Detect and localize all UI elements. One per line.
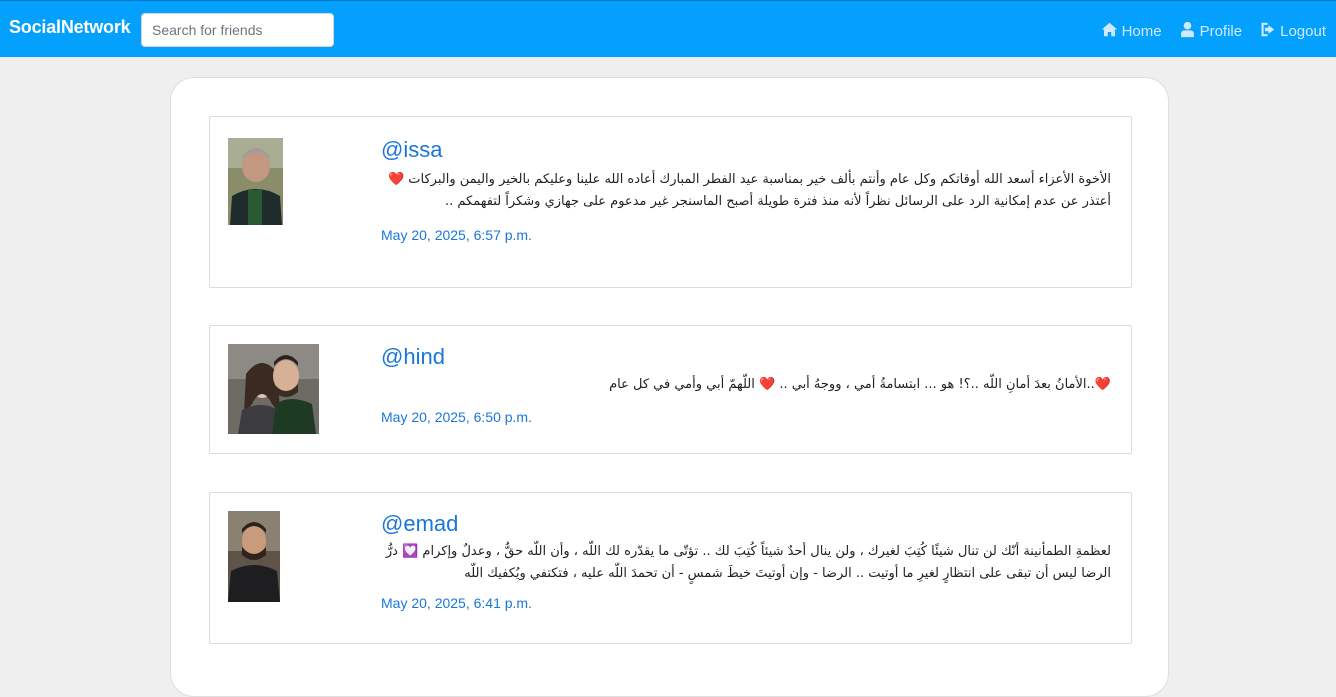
- nav-logout-label: Logout: [1280, 23, 1326, 40]
- post-username[interactable]: @issa: [381, 137, 1111, 163]
- nav-profile-label: Profile: [1199, 23, 1243, 40]
- avatar[interactable]: [228, 138, 283, 225]
- post-body: @hind ❤️..الأمانُ بعدَ أمانِ اللّه ..؟! …: [381, 344, 1111, 425]
- nav-home-link[interactable]: Home: [1101, 21, 1162, 42]
- post-username[interactable]: @emad: [381, 511, 1111, 537]
- nav-profile-link[interactable]: Profile: [1179, 21, 1243, 42]
- nav-logout-link[interactable]: Logout: [1259, 21, 1326, 42]
- user-icon: [1179, 21, 1196, 42]
- post-text: لعظمةِ الطمأنينة أنّك لن تنال شيئًا كُتِ…: [385, 544, 1111, 581]
- top-navbar: SocialNetwork Home Profile Logout: [0, 0, 1336, 57]
- brand-logo[interactable]: SocialNetwork: [9, 17, 131, 38]
- feed-container: @issa الأخوة الأعزاء أسعد الله أوقاتكم و…: [170, 77, 1169, 697]
- avatar[interactable]: [228, 344, 319, 434]
- post-text: الأخوة الأعزاء أسعد الله أوقاتكم وكل عام…: [387, 172, 1111, 209]
- post-timestamp: May 20, 2025, 6:50 p.m.: [381, 409, 532, 425]
- nav-links: Home Profile Logout: [1101, 21, 1326, 42]
- logout-icon: [1259, 21, 1276, 42]
- post-username[interactable]: @hind: [381, 344, 1111, 370]
- avatar[interactable]: [228, 511, 280, 602]
- post-timestamp: May 20, 2025, 6:57 p.m.: [381, 227, 532, 243]
- post-text: ❤️..الأمانُ بعدَ أمانِ اللّه ..؟! هو ...…: [609, 377, 1111, 392]
- post-card: @hind ❤️..الأمانُ بعدَ أمانِ اللّه ..؟! …: [209, 325, 1132, 454]
- search-input[interactable]: [141, 13, 334, 47]
- post-body: @emad لعظمةِ الطمأنينة أنّك لن تنال شيئً…: [381, 511, 1111, 611]
- home-icon: [1101, 21, 1118, 42]
- post-timestamp: May 20, 2025, 6:41 p.m.: [381, 595, 532, 611]
- post-card: @issa الأخوة الأعزاء أسعد الله أوقاتكم و…: [209, 116, 1132, 288]
- post-body: @issa الأخوة الأعزاء أسعد الله أوقاتكم و…: [381, 137, 1111, 243]
- nav-home-label: Home: [1121, 23, 1162, 40]
- post-card: @emad لعظمةِ الطمأنينة أنّك لن تنال شيئً…: [209, 492, 1132, 644]
